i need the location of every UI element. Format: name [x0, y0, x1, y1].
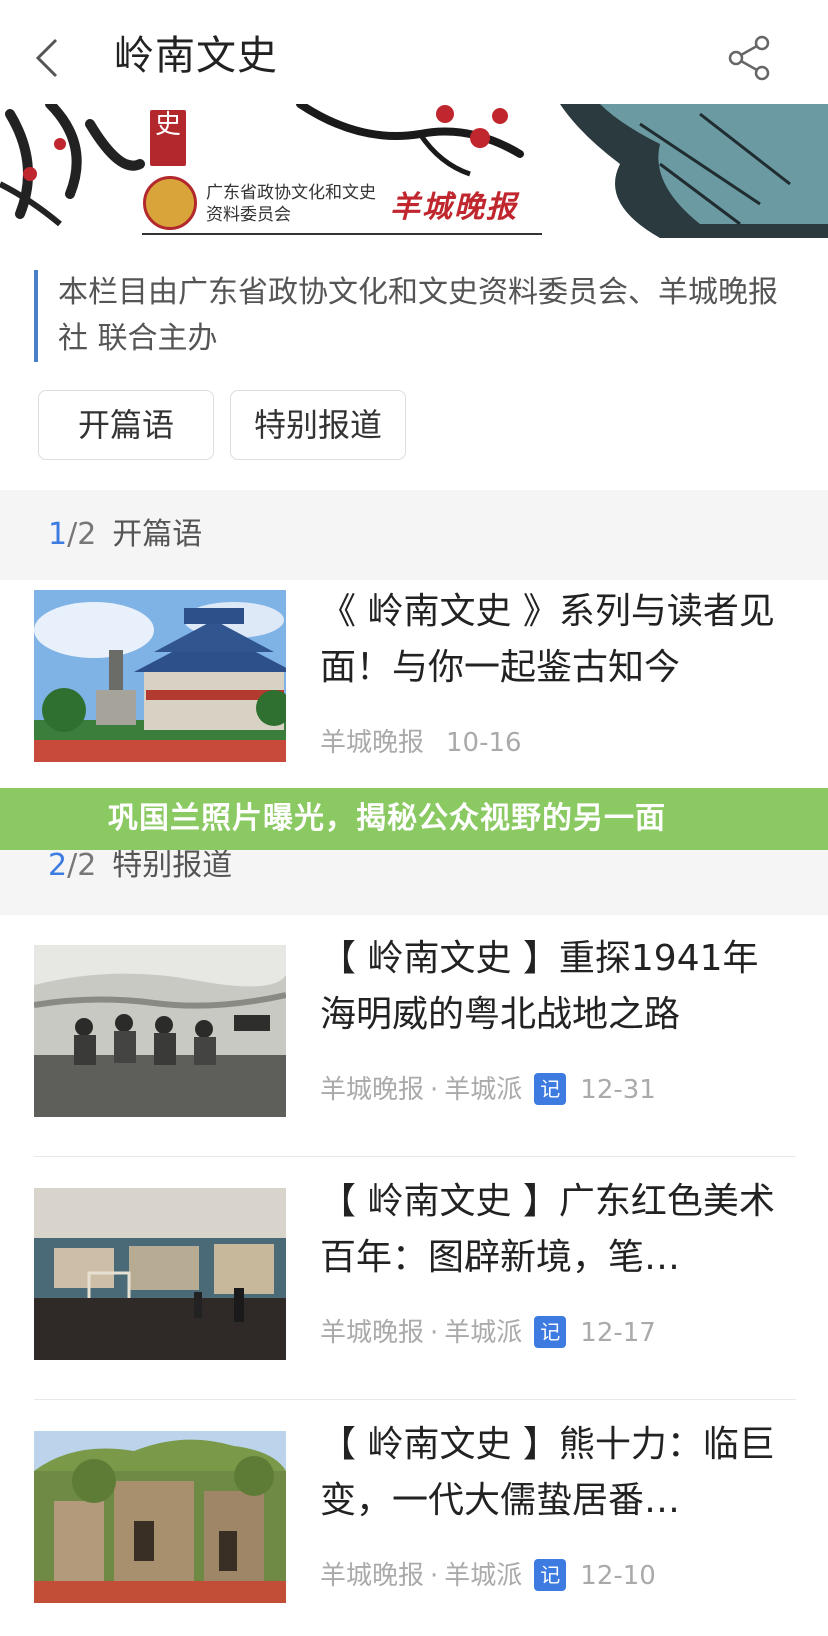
article-meta: 羊城晚报 · 羊城派记 12-17 — [320, 1315, 656, 1350]
article-date: 12-31 — [580, 1075, 656, 1105]
article-title: 《 岭南文史 》系列与读者见面！与你一起鉴古知今 — [320, 591, 775, 688]
list-divider — [34, 1156, 796, 1157]
article-thumbnail — [34, 590, 286, 762]
tag-button-special-report[interactable]: 特别报道 — [230, 390, 406, 460]
article-item[interactable]: 《 岭南文史 》系列与读者见面！与你一起鉴古知今 羊城晚报 10-16 — [0, 580, 828, 770]
article-meta: 羊城晚报 · 羊城派记 12-10 — [320, 1558, 656, 1593]
newspaper-logo: 羊城晚报 — [390, 190, 518, 225]
overlay-headline-banner[interactable]: 巩国兰照片曝光，揭秘公众视野的另一面 — [0, 788, 828, 850]
article-item[interactable]: 【 岭南文史 】重探1941年海明威的粤北战地之路 羊城晚报 · 羊城派记 12-31 — [0, 935, 828, 1125]
page-title: 岭南文史 — [114, 33, 278, 79]
column-intro: 本栏目由广东省政协文化和文史资料委员会、羊城晚报社 联合主办 — [34, 270, 794, 362]
article-thumbnail — [34, 1431, 286, 1603]
org-name: 广东省政协文化和文史资料委员会 — [206, 183, 376, 225]
article-title: 【 岭南文史 】熊十力：临巨变，一代大儒蛰居番… — [320, 1424, 775, 1521]
article-meta: 羊城晚报 · 羊城派记 12-31 — [320, 1072, 656, 1107]
reporter-badge: 记 — [534, 1072, 567, 1105]
article-item[interactable]: 【 岭南文史 】广东红色美术百年：图辟新境，笔… 羊城晚报 · 羊城派记 12-17 — [0, 1178, 828, 1368]
cppcc-emblem-icon — [143, 176, 197, 230]
section-index: 2 — [48, 848, 68, 883]
article-thumbnail — [34, 1188, 286, 1360]
top-bar: 岭南文史 — [0, 0, 828, 104]
article-item[interactable]: 【 岭南文史 】熊十力：临巨变，一代大儒蛰居番… 羊城晚报 · 羊城派记 12-10 — [0, 1421, 828, 1611]
reporter-badge: 记 — [534, 1558, 567, 1591]
article-channel: 羊城派 — [444, 1075, 523, 1105]
article-channel: 羊城派 — [444, 1561, 523, 1591]
article-source: 羊城晚报 — [320, 1561, 425, 1591]
article-date: 12-10 — [580, 1561, 656, 1591]
tag-button-opening[interactable]: 开篇语 — [38, 390, 214, 460]
chevron-left-icon[interactable] — [30, 36, 66, 80]
seal-badge: 史 — [150, 110, 186, 166]
list-divider — [34, 1399, 796, 1400]
section-header-opening: 1/2 开篇语 — [0, 490, 828, 580]
article-source: 羊城晚报 — [320, 1075, 425, 1105]
article-title: 【 岭南文史 】重探1941年海明威的粤北战地之路 — [320, 938, 759, 1035]
article-thumbnail — [34, 945, 286, 1117]
article-meta: 羊城晚报 10-16 — [320, 726, 522, 760]
article-date: 10-16 — [446, 728, 522, 758]
section-name: 特别报道 — [112, 848, 233, 883]
article-title: 【 岭南文史 】广东红色美术百年：图辟新境，笔… — [320, 1181, 775, 1278]
banner-divider — [142, 233, 542, 235]
article-source: 羊城晚报 — [320, 728, 425, 758]
article-source: 羊城晚报 — [320, 1318, 425, 1348]
reporter-badge: 记 — [534, 1315, 567, 1348]
share-icon[interactable] — [726, 34, 774, 82]
column-banner: 史 广东省政协文化和文史资料委员会 羊城晚报 — [0, 104, 828, 238]
section-total: /2 — [67, 848, 97, 883]
section-index: 1 — [48, 517, 68, 552]
article-channel: 羊城派 — [444, 1318, 523, 1348]
section-total: /2 — [67, 517, 97, 552]
article-date: 12-17 — [580, 1318, 656, 1348]
section-name: 开篇语 — [112, 517, 203, 552]
